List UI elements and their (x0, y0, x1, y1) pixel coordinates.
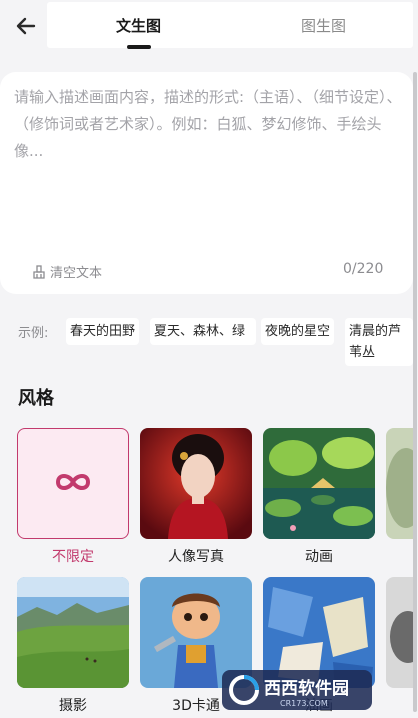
clear-text-button[interactable]: 清空文本 (32, 262, 102, 281)
style-item-anime[interactable]: 动画 (263, 428, 375, 565)
photography-thumbnail (17, 577, 129, 688)
style-item-unlimited[interactable]: 不限定 (17, 428, 129, 565)
svg-text:CR173.COM: CR173.COM (280, 699, 328, 708)
style-label: 人像写真 (168, 549, 224, 565)
partial-thumbnail (386, 428, 413, 539)
style-label: 不限定 (52, 549, 94, 565)
svg-text:西西软件园: 西西软件园 (264, 678, 349, 699)
tab-image-to-image[interactable]: 图生图 (301, 15, 346, 36)
style-thumb (17, 428, 129, 539)
examples-row: 示例: 春天的田野 夏天、森林、绿 夜晚的星空 清晨的芦苇丛 (0, 316, 413, 366)
portrait-thumbnail (140, 428, 252, 539)
style-item-partial[interactable] (386, 577, 413, 688)
clear-text-label: 清空文本 (50, 266, 103, 281)
active-tab-indicator (127, 45, 151, 49)
scrollbar[interactable] (413, 72, 417, 712)
style-item-partial[interactable] (386, 428, 413, 539)
example-chip[interactable]: 春天的田野 (66, 318, 140, 345)
style-item-portrait[interactable]: 人像写真 (140, 428, 252, 565)
style-item-photography[interactable]: 摄影 (17, 577, 129, 714)
anime-thumbnail (263, 428, 375, 539)
partial-thumbnail (386, 577, 413, 688)
back-arrow-icon[interactable] (14, 14, 38, 38)
character-counter: 0/220 (343, 261, 384, 277)
tab-text-to-image[interactable]: 文生图 (116, 15, 161, 36)
style-label: 动画 (305, 549, 333, 565)
tab-bar: 文生图 图生图 (47, 2, 413, 49)
examples-label: 示例: (18, 326, 49, 341)
example-chip[interactable]: 夜晚的星空 (261, 318, 335, 345)
header: 文生图 图生图 (0, 0, 418, 50)
watermark-logo: 西西软件园 CR173.COM (222, 670, 372, 710)
style-section-title: 风格 (18, 388, 54, 409)
style-label: 摄影 (59, 698, 87, 714)
broom-icon (33, 264, 45, 279)
example-chip[interactable]: 夏天、森林、绿 (150, 318, 256, 345)
example-chip[interactable]: 清晨的芦苇丛 (345, 318, 413, 366)
infinity-icon (56, 474, 90, 490)
prompt-input[interactable] (14, 84, 406, 252)
